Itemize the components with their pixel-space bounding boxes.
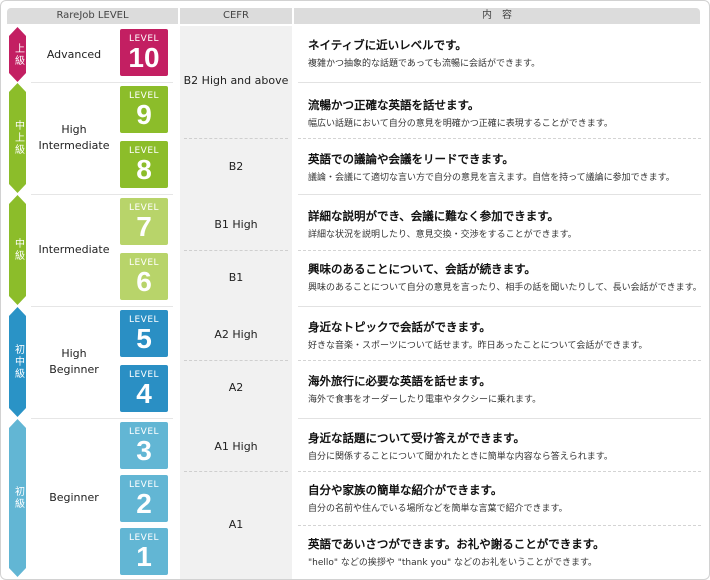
level-7-badge: LEVEL 7 [120,198,168,245]
divider [298,138,701,139]
cefr-a2-high: A2 High [214,328,258,341]
cefr-b1: B1 [228,271,244,284]
level-8-badge: LEVEL 8 [120,141,168,188]
divider [298,306,701,307]
divider [298,250,701,251]
description-level-7: 詳細な説明ができ、会議に難なく参加できます。 詳細な状況を説明したり、意見交換・交… [308,209,577,240]
divider [298,360,701,361]
divider [298,82,701,83]
level-6-badge: LEVEL 6 [120,253,168,300]
description-level-4: 海外旅行に必要な英語を話せます。 海外で食事をオーダーしたり電車やタクシーに乗れま… [308,374,542,405]
description-level-3: 身近な話題について受け答えができます。 自分に関係することについて聞かれたときに簡… [308,431,613,462]
level-4-badge: LEVEL 4 [120,365,168,412]
cefr-a2: A2 [228,381,244,394]
band-advanced: 上級 [9,27,26,82]
cefr-b2: B2 [228,160,244,173]
description-level-2: 自分や家族の簡単な紹介ができます。 自分の名前や住んでいる場所などを簡単な言葉で紹… [308,483,568,514]
divider [298,471,701,472]
cefr-a1: A1 [228,517,244,531]
description-level-8: 英語での議論や会議をリードできます。 議論・会議にて適切な言い方で自分の意見を言え… [308,152,675,183]
description-level-1: 英語であいさつができます。お礼や謝ることができます。 "hello" などの挨拶や… [308,537,605,568]
divider [298,525,701,526]
divider [31,82,173,83]
description-level-5: 身近なトピックで会話ができます。 好きな音楽・スポーツについて話せます。昨日あった… [308,320,648,351]
level-table: RareJob LEVEL CEFR 内 容 上級 中上級 中級 初中級 初級 … [0,0,710,580]
description-level-10: ネイティブに近いレベルです。 複雑かつ抽象的な話題であっても流暢に会話ができます。 [308,38,541,69]
divider [31,194,173,195]
header-level: RareJob LEVEL [7,8,178,24]
divider [31,306,173,307]
level-9-badge: LEVEL 9 [120,86,168,133]
group-beginner: Beginner [49,491,99,504]
band-upper-intermediate: 中上級 [9,83,26,193]
divider [298,194,701,195]
group-high-intermediate: High Intermediate [38,123,110,152]
divider [31,418,173,419]
header-cefr: CEFR [180,8,292,24]
level-2-badge: LEVEL 2 [120,475,168,522]
header-content: 内 容 [294,8,700,24]
level-5-badge: LEVEL 5 [120,310,168,357]
divider [298,418,701,419]
group-intermediate: Intermediate [38,243,110,256]
level-3-badge: LEVEL 3 [120,422,168,469]
description-level-9: 流暢かつ正確な英語を話せます。 幅広い話題において自分の意見を明確かつ正確に表現す… [308,98,613,129]
description-level-6: 興味のあることについて、会話が続きます。 興味のあることについて自分の意見を言った… [308,262,702,293]
group-advanced: Advanced [46,47,102,61]
band-beginner: 初級 [9,419,26,577]
cefr-b2-high: B2 High and above [183,73,289,87]
band-pre-intermediate: 初中級 [9,307,26,417]
level-10-badge: LEVEL 10 [120,29,168,76]
band-intermediate: 中級 [9,195,26,305]
cefr-b1-high: B1 High [214,218,258,231]
level-1-badge: LEVEL 1 [120,528,168,575]
cefr-a1-high: A1 High [214,440,258,453]
group-high-beginner: High Beginner [49,347,99,376]
